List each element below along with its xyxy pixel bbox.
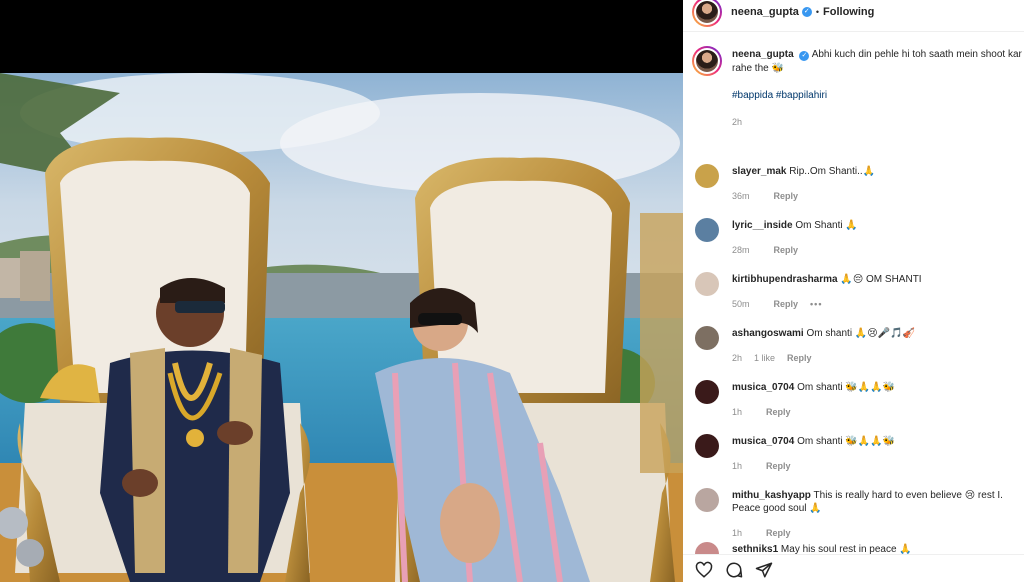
- commenter-avatar[interactable]: [695, 326, 719, 350]
- caption-time: 2h: [732, 117, 743, 127]
- comment-text: Om shanti 🐝🙏🙏🐝: [797, 436, 896, 447]
- heart-icon[interactable]: [695, 561, 713, 579]
- more-options-icon[interactable]: •••: [810, 299, 822, 309]
- author-username[interactable]: neena_gupta: [731, 6, 799, 18]
- action-bar: [683, 554, 1024, 582]
- post-photo[interactable]: [0, 73, 683, 582]
- caption-avatar[interactable]: [692, 46, 722, 76]
- verified-badge-icon: ✓: [801, 6, 812, 17]
- comment-text: 🙏😔 OM SHANTI: [840, 274, 922, 285]
- commenter-avatar[interactable]: [695, 164, 719, 188]
- author-avatar[interactable]: [692, 0, 722, 27]
- comment-text: Om shanti 🙏😢🎤🎵🎻: [806, 328, 916, 339]
- commenter-username[interactable]: musica_0704: [732, 382, 794, 393]
- comment-time: 28m: [732, 245, 750, 255]
- separator-dot: •: [815, 6, 820, 17]
- comment-time: 36m: [732, 191, 750, 201]
- comment-text: Om Shanti 🙏: [795, 220, 858, 231]
- commenter-avatar[interactable]: [695, 488, 719, 512]
- commenter-username[interactable]: kirtibhupendrasharma: [732, 274, 838, 285]
- comment-time: 1h: [732, 528, 743, 538]
- reply-button[interactable]: Reply: [766, 461, 791, 471]
- comment-icon[interactable]: [725, 561, 743, 579]
- reply-button[interactable]: Reply: [774, 191, 799, 201]
- commenter-avatar[interactable]: [695, 434, 719, 458]
- commenter-avatar[interactable]: [695, 380, 719, 404]
- commenter-username[interactable]: ashangoswami: [732, 328, 804, 339]
- comment-time: 1h: [732, 461, 743, 471]
- following-button[interactable]: Following: [823, 6, 874, 18]
- commenter-avatar[interactable]: [695, 272, 719, 296]
- commenter-username[interactable]: slayer_mak: [732, 166, 787, 177]
- commenter-avatar[interactable]: [695, 218, 719, 242]
- reply-button[interactable]: Reply: [774, 245, 799, 255]
- commenter-username[interactable]: mithu_kashyapp: [732, 490, 811, 501]
- comment-text: Rip..Om Shanti..🙏: [789, 166, 876, 177]
- comment-time: 2h: [732, 353, 743, 363]
- verified-badge-icon: ✓: [799, 51, 810, 61]
- caption-hashtags[interactable]: #bappida #bappilahiri: [732, 89, 1024, 103]
- comment-text: Om shanti 🐝🙏🙏🐝: [797, 382, 896, 393]
- reply-button[interactable]: Reply: [787, 353, 812, 363]
- photo-illustration: [0, 73, 683, 582]
- commenter-username[interactable]: musica_0704: [732, 436, 794, 447]
- commenter-username[interactable]: lyric__inside: [732, 220, 793, 231]
- comment-likes[interactable]: 1 like: [754, 353, 775, 363]
- post-side-panel: neena_gupta ✓ • Following neena_gupta ✓ …: [683, 0, 1024, 582]
- post-header: neena_gupta ✓ • Following: [683, 0, 1024, 32]
- reply-button[interactable]: Reply: [766, 528, 791, 538]
- caption-username[interactable]: neena_gupta: [732, 49, 794, 60]
- comment-time: 1h: [732, 407, 743, 417]
- comment-time: 50m: [732, 299, 750, 309]
- share-icon[interactable]: [755, 561, 773, 579]
- reply-button[interactable]: Reply: [766, 407, 791, 417]
- reply-button[interactable]: Reply: [774, 299, 799, 309]
- post-media: [0, 0, 683, 582]
